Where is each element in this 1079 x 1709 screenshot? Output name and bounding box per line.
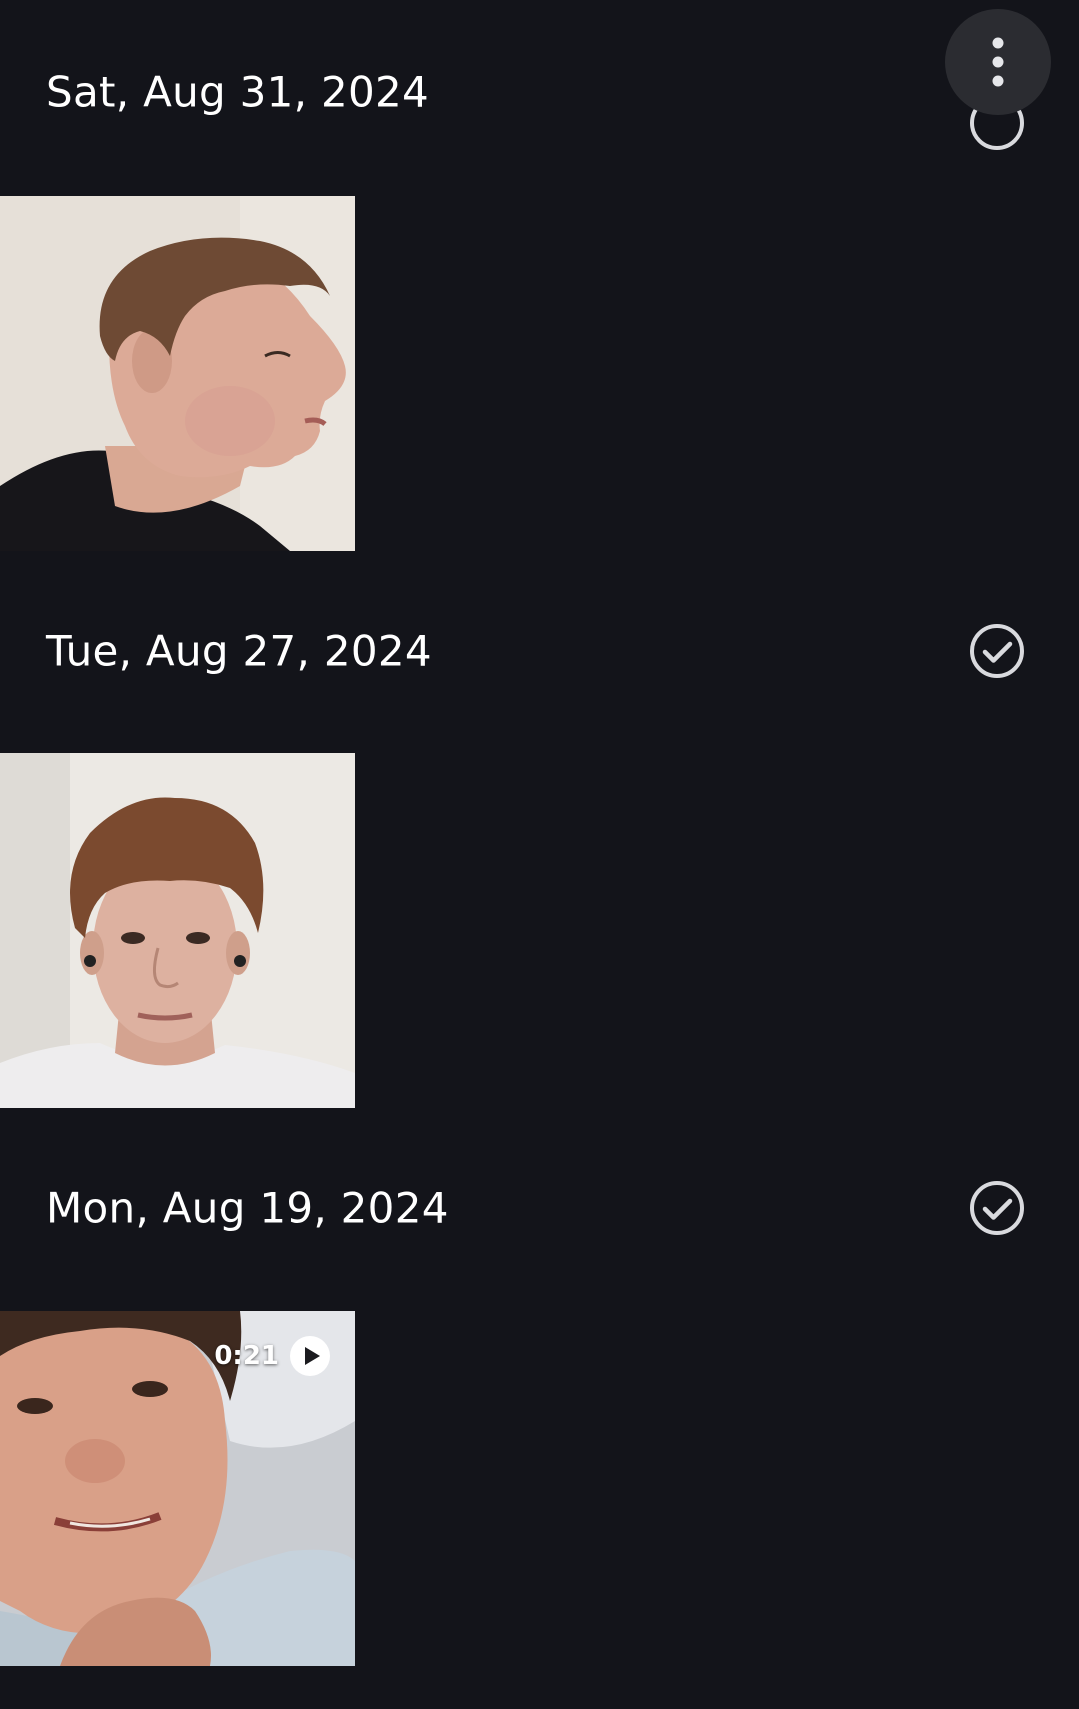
check-circle-icon[interactable] (968, 1179, 1026, 1237)
video-thumbnail[interactable]: 0:21 (0, 1311, 355, 1666)
photo-thumbnail[interactable] (0, 196, 355, 551)
play-circle-icon (290, 1336, 330, 1376)
photo-thumbnail[interactable] (0, 753, 355, 1108)
check-circle-icon[interactable] (968, 622, 1026, 680)
photo-front-selfie (0, 753, 355, 1108)
photo-profile-selfie (0, 196, 355, 551)
video-duration-badge: 0:21 (214, 1335, 331, 1377)
date-header-group-3: Mon, Aug 19, 2024 (0, 1148, 1079, 1268)
date-label: Sat, Aug 31, 2024 (46, 67, 430, 117)
overflow-menu-button[interactable] (945, 9, 1051, 115)
date-label: Mon, Aug 19, 2024 (46, 1183, 449, 1233)
date-label: Tue, Aug 27, 2024 (46, 626, 432, 676)
more-vert-icon (992, 37, 1004, 87)
date-header-group-1: Sat, Aug 31, 2024 (0, 32, 1079, 152)
video-duration: 0:21 (214, 1341, 279, 1371)
date-header-group-2: Tue, Aug 27, 2024 (0, 591, 1079, 711)
